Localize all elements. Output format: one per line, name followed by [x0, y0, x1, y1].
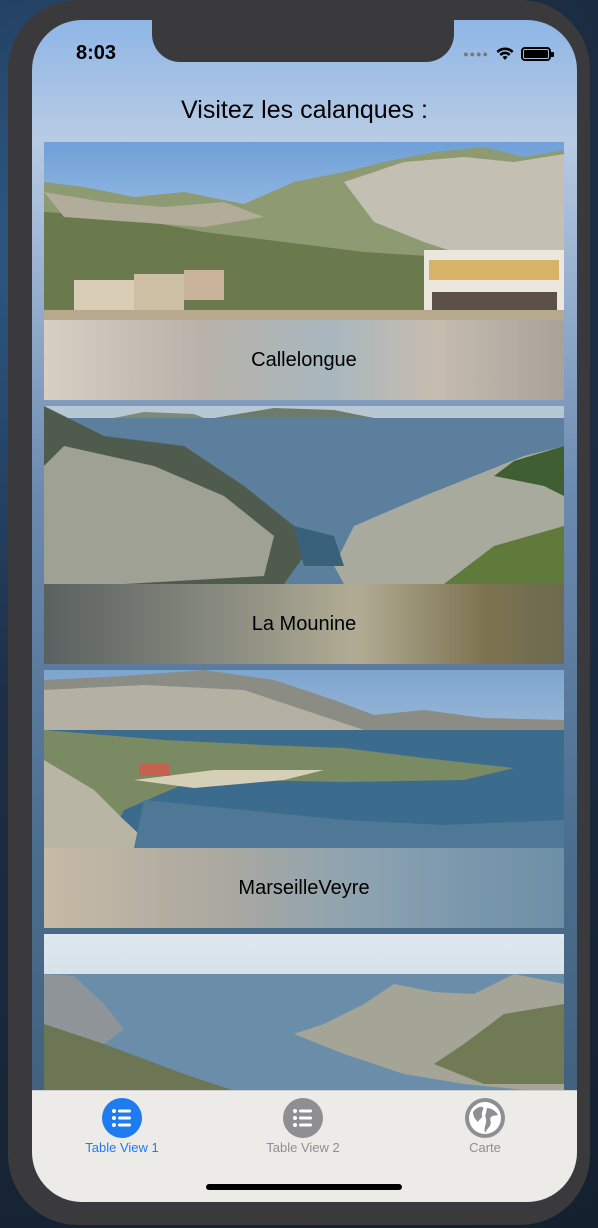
- signal-icon: ●●●●: [463, 48, 489, 59]
- app-screen: Visitez les calanques : Callelongue La M…: [32, 20, 577, 1202]
- device-background: Visitez les calanques : Callelongue La M…: [0, 0, 598, 1228]
- table-row-callelongue[interactable]: Callelongue: [44, 142, 564, 400]
- tab-label: Table View 1: [85, 1140, 159, 1155]
- cell-label: MarseilleVeyre: [238, 876, 370, 899]
- callelongue-photo: [44, 142, 564, 320]
- list-icon: [283, 1098, 323, 1138]
- wifi-icon: [496, 47, 514, 60]
- list-icon: [102, 1098, 142, 1138]
- home-indicator[interactable]: [206, 1184, 402, 1190]
- tab-label: Table View 2: [266, 1140, 340, 1155]
- tab-table-view-1[interactable]: Table View 1: [57, 1097, 187, 1155]
- tab-carte[interactable]: Carte: [420, 1097, 550, 1155]
- cell-label: La Mounine: [251, 612, 357, 635]
- table-row-la-mounine[interactable]: La Mounine: [44, 406, 564, 664]
- tab-table-view-2[interactable]: Table View 2: [238, 1097, 368, 1155]
- tab-label: Carte: [469, 1140, 501, 1155]
- cell-label: Callelongue: [251, 348, 357, 371]
- la-mounine-label-bar: La Mounine: [44, 584, 564, 664]
- status-time: 8:03: [76, 42, 117, 64]
- battery-icon: [521, 46, 554, 61]
- globe-icon: [465, 1098, 505, 1138]
- callelongue-label-bar: Callelongue: [44, 320, 564, 400]
- fourth-calanque-photo: [44, 934, 564, 1112]
- status-bar: 8:03 ●●●●: [32, 20, 577, 80]
- table-row-marseilleveyre[interactable]: MarseilleVeyre: [44, 670, 564, 928]
- tab-bar: Table View 1 Table View 2 Carte: [32, 1090, 577, 1202]
- la-mounine-photo: [44, 406, 564, 584]
- status-icons: ●●●●: [463, 46, 554, 61]
- marseilleveyre-label-bar: MarseilleVeyre: [44, 848, 564, 928]
- marseilleveyre-photo: [44, 670, 564, 848]
- page-title: Visitez les calanques :: [181, 96, 428, 124]
